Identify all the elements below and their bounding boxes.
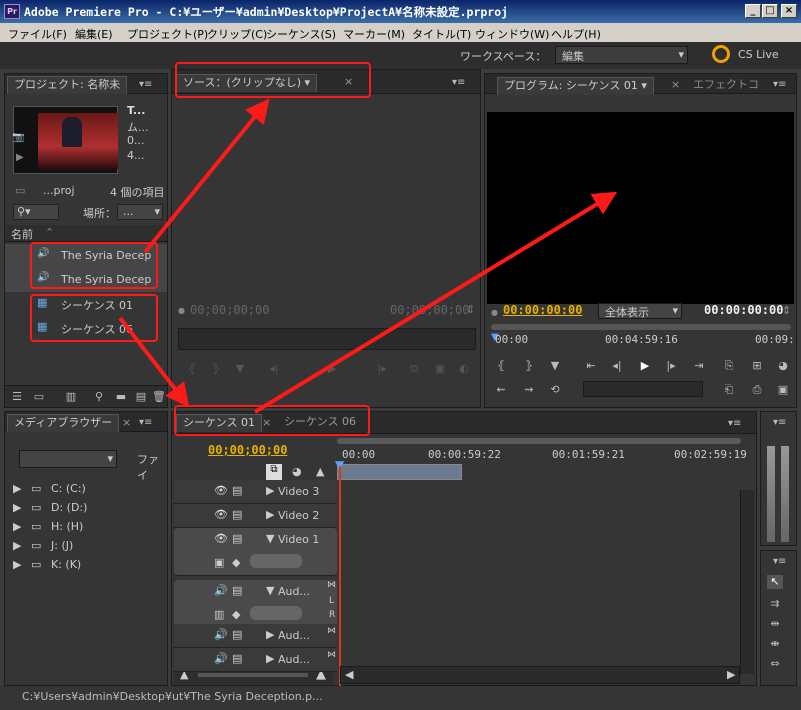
arrow-to-source [143, 98, 270, 254]
arrow-to-program [253, 191, 618, 414]
arrow-to-timeline [118, 316, 190, 408]
annotation-arrows [118, 98, 618, 414]
